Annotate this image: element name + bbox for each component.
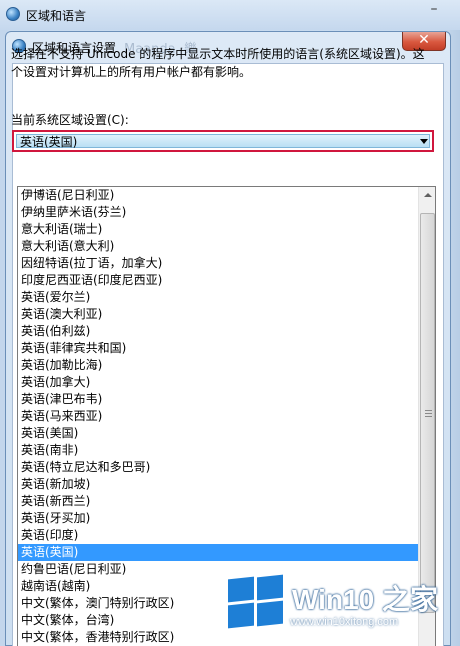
watermark-url: www.win10xitong.com [290,616,399,628]
system-locale-combobox[interactable]: 英语(英国) [12,130,434,152]
arrow-up-icon [424,193,432,197]
list-item[interactable]: 印度尼西亚语(印度尼西亚) [18,272,418,289]
list-item[interactable]: 英语(伯利兹) [18,323,418,340]
outer-titlebar: 区域和语言 – [0,0,460,30]
watermark: Win10 之家 www.win10xitong.com [228,574,458,646]
list-item[interactable]: 英语(马来西亚) [18,408,418,425]
system-locale-description: 选择在不支持 Unicode 的程序中显示文本时所使用的语言(系统区域设置)。这… [11,47,425,79]
windows-logo-icon [228,574,284,629]
list-item[interactable]: 英语(澳大利亚) [18,306,418,323]
globe-icon [6,7,20,21]
scroll-thumb[interactable] [420,213,435,613]
list-item[interactable]: 英语(加勒比海) [18,357,418,374]
list-item[interactable]: 英语(新西兰) [18,493,418,510]
list-item[interactable]: 英语(菲律宾共和国) [18,340,418,357]
current-locale-label: 当前系统区域设置(C): [11,113,129,127]
list-item[interactable]: 意大利语(意大利) [18,238,418,255]
grip-line [425,413,432,414]
list-item[interactable]: 英语(印度) [18,527,418,544]
watermark-brand: Win10 之家 [292,584,438,615]
list-item[interactable]: 英语(美国) [18,425,418,442]
combobox-selected-value: 英语(英国) [20,135,78,149]
outer-window-title: 区域和语言 [26,9,87,23]
list-item[interactable]: 英语(爱尔兰) [18,289,418,306]
list-item[interactable]: 意大利语(瑞士) [18,221,418,238]
combobox-field[interactable]: 英语(英国) [16,134,430,149]
list-item[interactable]: 英语(加拿大) [18,374,418,391]
list-item[interactable]: 伊博语(尼日利亚) [18,187,418,204]
list-item[interactable]: 英语(南非) [18,442,418,459]
grip-line [425,410,432,411]
list-item[interactable]: 英语(津巴布韦) [18,391,418,408]
list-item-selected[interactable]: 英语(英国) [18,544,418,561]
list-item[interactable]: 伊纳里萨米语(芬兰) [18,204,418,221]
list-item[interactable]: 英语(牙买加) [18,510,418,527]
grip-line [425,416,432,417]
list-item[interactable]: 因纽特语(拉丁语，加拿大) [18,255,418,272]
minimize-button[interactable]: – [419,2,449,22]
list-item[interactable]: 英语(新加坡) [18,476,418,493]
list-item[interactable]: 英语(特立尼达和多巴哥) [18,459,418,476]
scroll-up-button[interactable] [419,187,435,204]
chevron-down-icon[interactable] [420,139,428,144]
